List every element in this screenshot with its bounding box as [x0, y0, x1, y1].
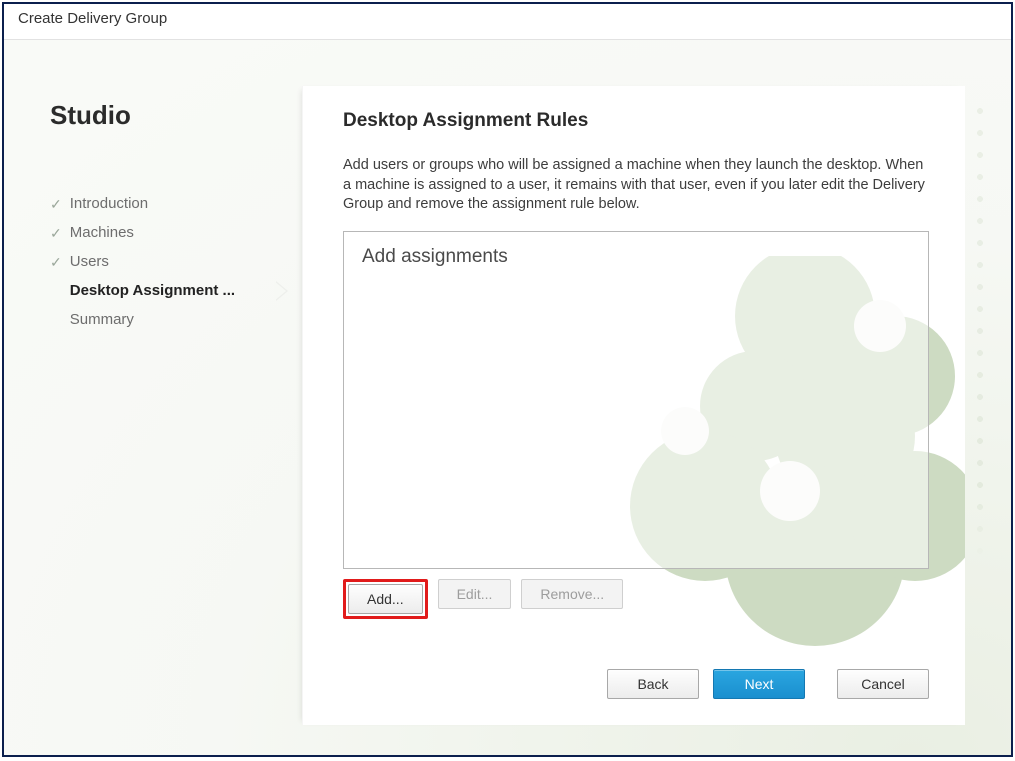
wizard-steps: ✓ Introduction ✓ Machines ✓ Users ✓ Desk…	[50, 189, 272, 334]
check-icon: ✓	[50, 255, 62, 269]
studio-heading: Studio	[50, 100, 272, 131]
step-label: Users	[70, 253, 109, 270]
step-machines[interactable]: ✓ Machines	[50, 218, 272, 247]
main-panel: Desktop Assignment Rules Add users or gr…	[302, 86, 965, 725]
wizard-footer: Back Next Cancel	[343, 669, 929, 699]
step-label: Machines	[70, 224, 134, 241]
step-label: Introduction	[70, 195, 148, 212]
check-icon: ✓	[50, 197, 62, 211]
step-desktop-assignment[interactable]: ✓ Desktop Assignment ...	[50, 276, 272, 305]
next-button[interactable]: Next	[713, 669, 805, 699]
page-description: Add users or groups who will be assigned…	[343, 156, 929, 215]
check-icon: ✓	[50, 226, 62, 240]
main-wrap: Desktop Assignment Rules Add users or gr…	[272, 40, 1011, 755]
add-button[interactable]: Add...	[348, 584, 423, 614]
content-area: Studio ✓ Introduction ✓ Machines ✓ Users…	[4, 40, 1011, 755]
page-title: Desktop Assignment Rules	[343, 110, 929, 132]
step-introduction[interactable]: ✓ Introduction	[50, 189, 272, 218]
assignments-listbox[interactable]: Add assignments	[343, 231, 929, 569]
step-summary[interactable]: ✓ Summary	[50, 305, 272, 334]
list-placeholder: Add assignments	[362, 246, 508, 267]
window-title: Create Delivery Group	[4, 4, 1011, 40]
step-users[interactable]: ✓ Users	[50, 247, 272, 276]
remove-button: Remove...	[521, 579, 623, 609]
dialog-window: Create Delivery Group Studio ✓ Introduct…	[2, 2, 1013, 757]
step-label: Desktop Assignment ...	[70, 282, 235, 299]
add-button-highlight: Add...	[343, 579, 428, 619]
cancel-button[interactable]: Cancel	[837, 669, 929, 699]
edit-button: Edit...	[438, 579, 512, 609]
step-label: Summary	[70, 311, 134, 328]
back-button[interactable]: Back	[607, 669, 699, 699]
list-button-row: Add... Edit... Remove...	[343, 579, 929, 619]
wizard-sidebar: Studio ✓ Introduction ✓ Machines ✓ Users…	[4, 40, 272, 755]
